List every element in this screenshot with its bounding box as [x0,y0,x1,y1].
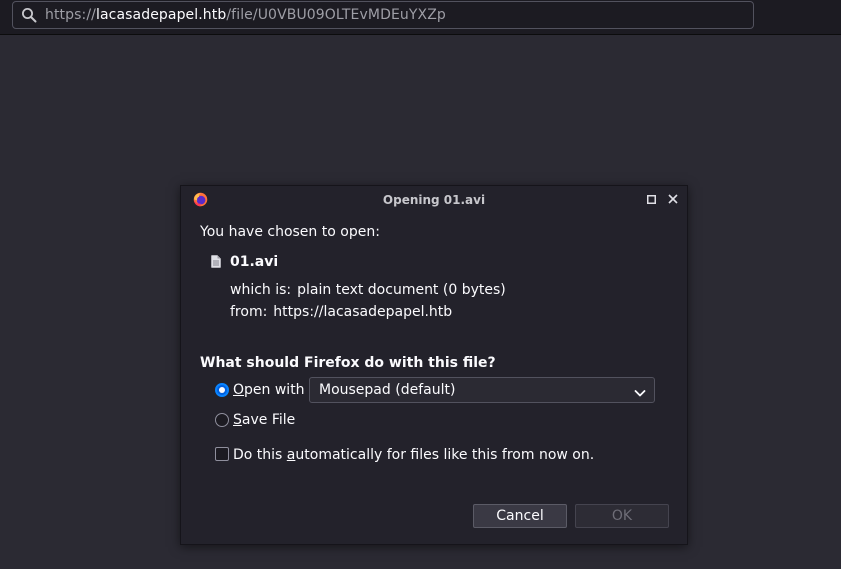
open-with-label[interactable]: Open with [233,382,305,398]
save-file-label[interactable]: Save File [233,412,295,428]
save-file-radio[interactable] [215,413,229,427]
file-source-row: from: https://lacasadepapel.htb [230,304,452,320]
auto-action-checkbox[interactable] [215,447,229,461]
open-with-label-rest: pen with [244,382,305,398]
file-icon [211,253,221,268]
open-with-app-select[interactable]: Mousepad (default) [309,377,655,403]
file-source-key: from: [230,304,268,320]
file-source-value: https://lacasadepapel.htb [273,304,453,320]
url-path: /file/U0VBU09OLTEvMDEuYXZp [226,7,446,23]
file-name: 01.avi [230,254,279,270]
browser-toolbar: https://lacasadepapel.htb/file/U0VBU09OL… [0,0,841,35]
close-icon[interactable] [666,192,680,206]
open-with-accesskey: O [233,382,245,398]
maximize-icon[interactable] [644,192,658,206]
chosen-to-open-label: You have chosen to open: [200,224,380,240]
chevron-down-icon [634,384,646,397]
cancel-button[interactable]: Cancel [473,504,567,528]
dialog-title: Opening 01.avi [382,193,486,207]
action-question: What should Firefox do with this file? [200,355,496,371]
file-type-key: which is: [230,282,292,298]
url-bar[interactable]: https://lacasadepapel.htb/file/U0VBU09OL… [12,1,754,29]
open-with-app-value: Mousepad (default) [319,382,456,398]
search-icon [19,5,39,25]
url-scheme: https:// [45,7,96,23]
save-file-label-rest: ave File [241,412,296,428]
auto-action-label-after: utomatically for files like this from no… [295,447,595,463]
ok-button[interactable]: OK [575,504,669,528]
save-file-accesskey: S [233,412,242,428]
auto-action-label[interactable]: Do this automatically for files like thi… [233,447,594,463]
file-type-value: plain text document (0 bytes) [297,282,506,298]
auto-action-label-before: Do this [233,447,287,463]
url-text[interactable]: https://lacasadepapel.htb/file/U0VBU09OL… [45,7,446,23]
open-with-radio[interactable] [215,383,229,397]
url-host: lacasadepapel.htb [95,7,227,23]
opening-file-dialog: Opening 01.avi You have chosen to open: … [180,185,688,545]
dialog-titlebar[interactable]: Opening 01.avi [181,186,687,213]
radio-selected-dot [219,387,225,393]
file-type-row: which is: plain text document (0 bytes) [230,282,506,298]
